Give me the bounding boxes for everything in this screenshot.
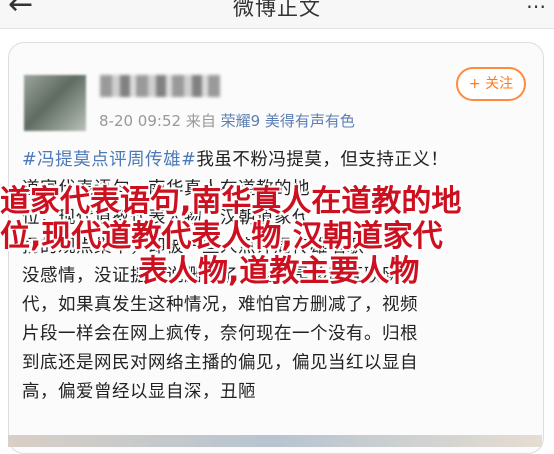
source-device-link[interactable]: 荣耀9 美得有声有色 (221, 112, 355, 130)
overlay-line-2: 位,现代道教代表人物,汉朝道家代 (0, 219, 443, 254)
post-line-text: 我虽不粉冯提莫，但支持正义！ (196, 150, 449, 170)
post-line-text: 高，偏爱曾经以显自深，丑陋 (22, 382, 256, 402)
navigation-bar: ← 微博正文 ⋯ (0, 0, 554, 29)
post-line: 到底还是网民对网络主播的偏见，偏见当红以显自 (22, 349, 542, 378)
post-line-text: 片段一样会在网上疯传，奈何现在一个没有。归根 (22, 324, 418, 344)
post-line: 高，偏爱曾经以显自深，丑陋 (22, 378, 542, 407)
post-meta: 8-20 09:52 来自 荣耀9 美得有声有色 (99, 110, 355, 131)
post-line: #冯提莫点评周传雄#我虽不粉冯提莫，但支持正义！ (22, 146, 542, 175)
post-line-text: 代，如果真发生这种情况，难怕官方删减了，视频 (22, 295, 418, 315)
more-options-icon[interactable]: ⋯ (526, 0, 546, 18)
post-line: 片段一样会在网上疯传，奈何现在一个没有。归根 (22, 320, 542, 349)
topic-link[interactable]: #冯提莫点评周传雄# (22, 150, 196, 170)
overlay-line-1: 道家代表语句,南华真人在道教的地 (0, 184, 462, 219)
post-line: 代，如果真发生这种情况，难怕官方删减了，视频 (22, 291, 542, 320)
overlay-line-3: 表人物,道教主要人物 (138, 254, 420, 289)
post-timestamp: 8-20 09:52 (99, 112, 182, 130)
avatar[interactable] (24, 75, 86, 131)
overlay-caption: 道家代表语句,南华真人在道教的地 位,现代道教代表人物,汉朝道家代 表人物,道教… (0, 184, 554, 289)
source-prefix: 来自 (185, 112, 216, 130)
username-blurred[interactable] (100, 75, 220, 97)
image-preview-strip[interactable] (8, 435, 542, 447)
page-title: 微博正文 (233, 0, 321, 20)
post-line-text: 到底还是网民对网络主播的偏见，偏见当红以显自 (22, 353, 418, 373)
follow-button[interactable]: + 关注 (456, 67, 526, 101)
